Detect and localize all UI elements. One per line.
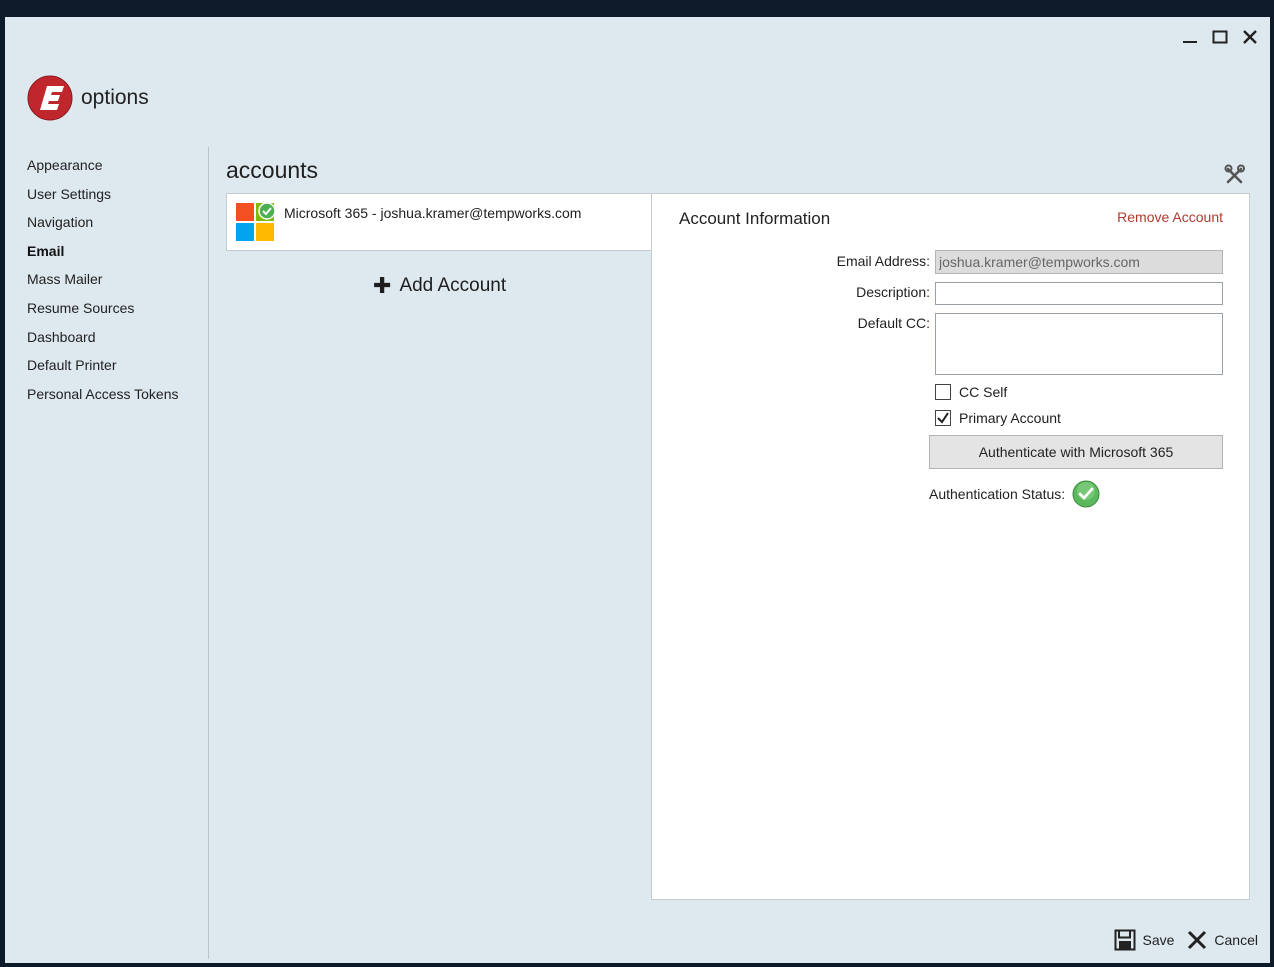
header: options [27, 75, 149, 121]
cc-self-checkbox[interactable]: CC Self [935, 384, 1007, 400]
checkmark-icon [937, 412, 949, 424]
save-label: Save [1142, 932, 1175, 948]
add-account-button[interactable]: ✚ Add Account [373, 273, 506, 299]
sidebar-item-personal-access-tokens[interactable]: Personal Access Tokens [27, 380, 207, 409]
account-label: Microsoft 365 - joshua.kramer@tempworks.… [284, 205, 582, 221]
check-circle-icon [1072, 480, 1100, 508]
sidebar-item-email[interactable]: Email [27, 237, 207, 266]
primary-account-checkbox[interactable]: Primary Account [935, 410, 1061, 426]
cancel-label: Cancel [1214, 932, 1258, 948]
cc-self-box[interactable] [935, 384, 951, 400]
email-label: Email Address: [836, 253, 930, 269]
options-window: options Appearance User Settings Navigat… [5, 17, 1270, 963]
app-logo-icon [27, 75, 73, 121]
sidebar-nav: Appearance User Settings Navigation Emai… [27, 151, 207, 408]
authenticate-button[interactable]: Authenticate with Microsoft 365 [929, 435, 1223, 469]
sidebar-item-user-settings[interactable]: User Settings [27, 180, 207, 209]
tools-icon[interactable] [1224, 164, 1246, 186]
add-account-label: Add Account [399, 275, 507, 296]
app-title: options [81, 86, 149, 109]
page-title: accounts [226, 157, 319, 183]
minimize-icon[interactable] [1180, 27, 1200, 47]
microsoft-logo-icon [236, 203, 276, 241]
account-info-title: Account Information [679, 209, 831, 228]
sidebar-item-navigation[interactable]: Navigation [27, 208, 207, 237]
sidebar-item-appearance[interactable]: Appearance [27, 151, 207, 180]
maximize-icon[interactable] [1210, 27, 1230, 47]
primary-account-label: Primary Account [959, 410, 1061, 426]
sidebar-divider [208, 147, 209, 959]
email-field[interactable] [935, 250, 1223, 274]
cc-self-label: CC Self [959, 384, 1008, 400]
default-cc-label: Default CC: [857, 315, 930, 331]
description-label: Description: [856, 284, 930, 300]
account-list-item[interactable]: Microsoft 365 - joshua.kramer@tempworks.… [226, 193, 652, 251]
account-info-panel: Account Information Remove Account Email… [651, 193, 1250, 900]
default-cc-field[interactable] [935, 313, 1223, 375]
footer-actions: Save Cancel [1102, 929, 1258, 951]
sidebar-item-default-printer[interactable]: Default Printer [27, 351, 207, 380]
save-icon [1114, 929, 1136, 951]
sidebar-item-mass-mailer[interactable]: Mass Mailer [27, 265, 207, 294]
primary-account-box[interactable] [935, 410, 951, 426]
remove-account-link[interactable]: Remove Account [1117, 209, 1223, 225]
close-icon[interactable] [1240, 27, 1260, 47]
sidebar-item-resume-sources[interactable]: Resume Sources [27, 294, 207, 323]
cancel-button[interactable]: Cancel [1186, 929, 1258, 951]
auth-status: Authentication Status: [929, 480, 1100, 508]
cancel-icon [1188, 930, 1207, 950]
save-button[interactable]: Save [1114, 929, 1174, 951]
sidebar-item-dashboard[interactable]: Dashboard [27, 323, 207, 352]
window-controls [1180, 27, 1260, 47]
auth-status-label: Authentication Status: [929, 486, 1066, 502]
description-field[interactable] [935, 282, 1223, 305]
plus-icon: ✚ [373, 273, 392, 298]
